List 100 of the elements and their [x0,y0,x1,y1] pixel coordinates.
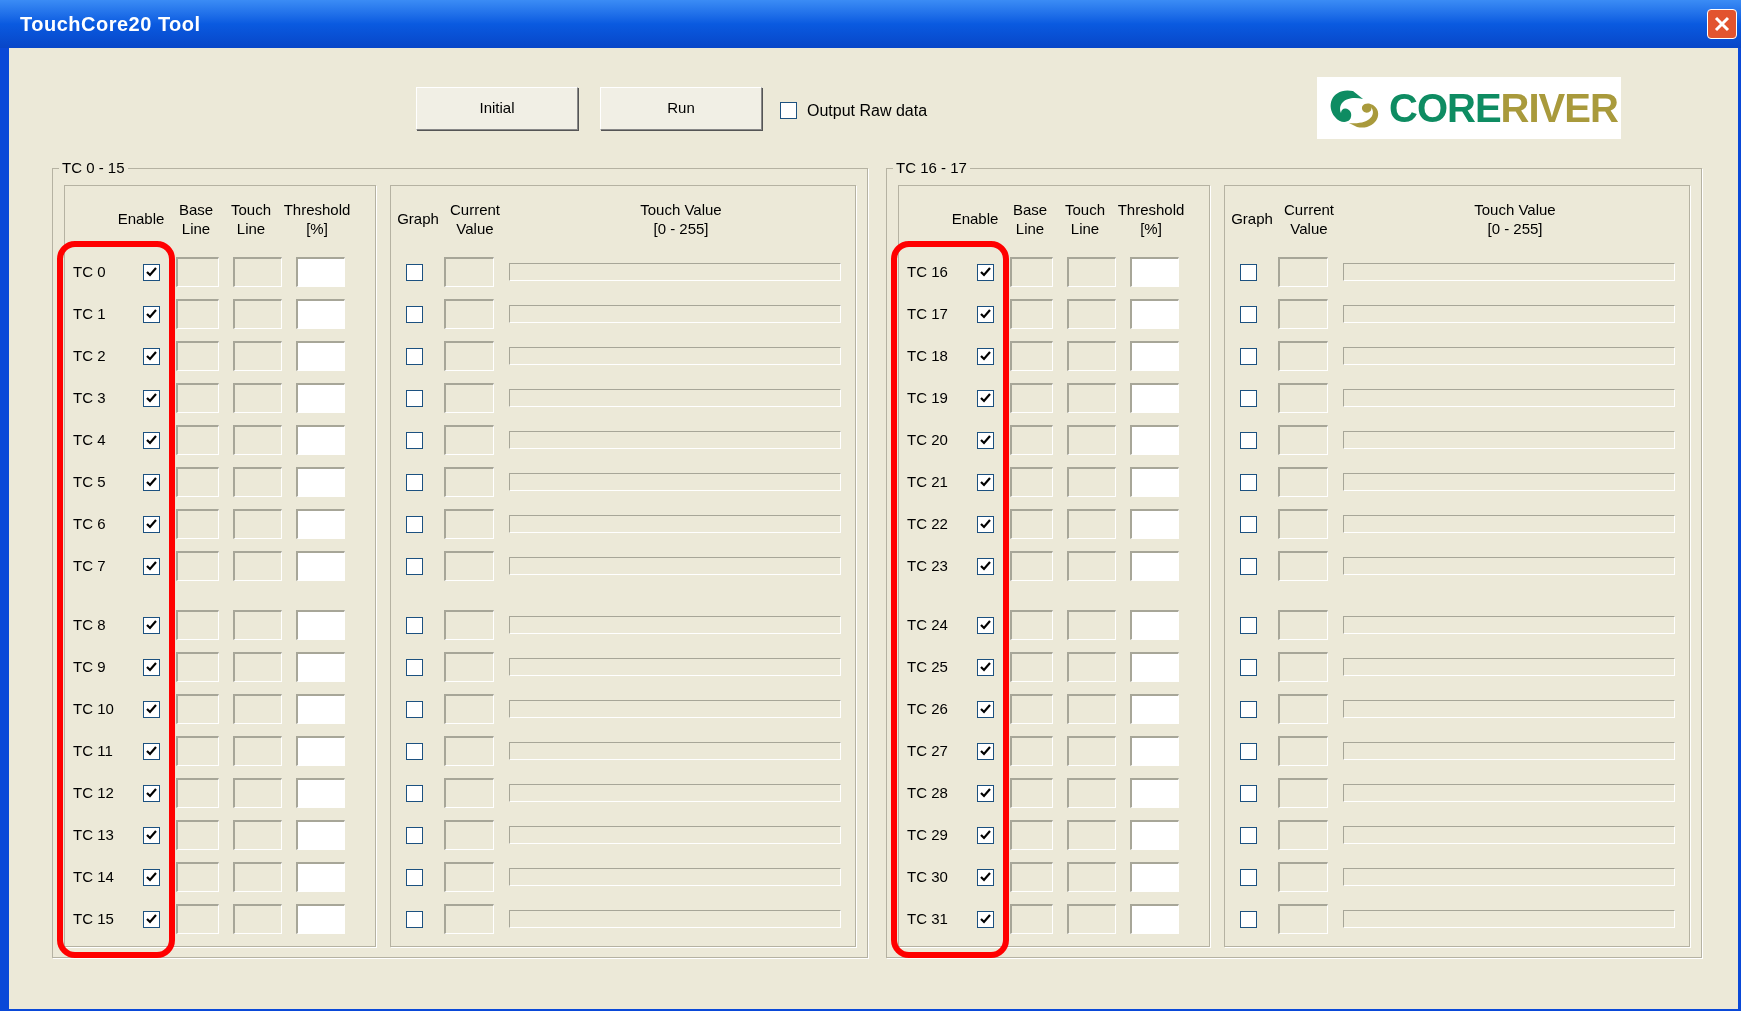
enable-checkbox[interactable] [143,389,160,407]
text-field[interactable] [1010,383,1053,413]
text-field[interactable] [1010,551,1053,581]
graph-checkbox[interactable] [406,263,423,281]
text-field[interactable] [1067,736,1116,766]
enable-checkbox[interactable] [143,784,160,802]
graph-checkbox[interactable] [1240,347,1257,365]
graph-checkbox[interactable] [1240,305,1257,323]
text-field[interactable] [296,467,345,497]
text-field[interactable] [233,383,282,413]
graph-checkbox[interactable] [406,742,423,760]
graph-checkbox[interactable] [406,347,423,365]
text-field[interactable] [176,299,219,329]
graph-checkbox[interactable] [406,389,423,407]
graph-checkbox[interactable] [406,784,423,802]
text-field[interactable] [1130,820,1179,850]
text-field[interactable] [233,467,282,497]
text-field[interactable] [1067,383,1116,413]
text-field[interactable] [1278,904,1328,934]
text-field[interactable] [1067,904,1116,934]
text-field[interactable] [1010,862,1053,892]
text-field[interactable] [444,820,494,850]
text-field[interactable] [1067,257,1116,287]
text-field[interactable] [1278,425,1328,455]
text-field[interactable] [1010,820,1053,850]
text-field[interactable] [1010,425,1053,455]
enable-checkbox[interactable] [143,658,160,676]
graph-checkbox[interactable] [1240,910,1257,928]
text-field[interactable] [1067,467,1116,497]
text-field[interactable] [1130,694,1179,724]
text-field[interactable] [176,341,219,371]
text-field[interactable] [296,509,345,539]
text-field[interactable] [1067,778,1116,808]
text-field[interactable] [233,862,282,892]
text-field[interactable] [1278,820,1328,850]
text-field[interactable] [233,299,282,329]
enable-checkbox[interactable] [977,700,994,718]
text-field[interactable] [1278,299,1328,329]
text-field[interactable] [233,341,282,371]
text-field[interactable] [296,736,345,766]
graph-checkbox[interactable] [406,826,423,844]
graph-checkbox[interactable] [406,616,423,634]
text-field[interactable] [1067,820,1116,850]
text-field[interactable] [1010,736,1053,766]
text-field[interactable] [233,904,282,934]
graph-checkbox[interactable] [406,910,423,928]
enable-checkbox[interactable] [143,910,160,928]
text-field[interactable] [444,904,494,934]
command-button[interactable]: Initial [416,86,578,130]
enable-checkbox[interactable] [977,263,994,281]
graph-checkbox[interactable] [1240,742,1257,760]
text-field[interactable] [444,425,494,455]
text-field[interactable] [176,551,219,581]
text-field[interactable] [1130,257,1179,287]
text-field[interactable] [233,509,282,539]
text-field[interactable] [233,694,282,724]
text-field[interactable] [1278,736,1328,766]
enable-checkbox[interactable] [977,389,994,407]
text-field[interactable] [233,551,282,581]
graph-checkbox[interactable] [1240,616,1257,634]
text-field[interactable] [1130,862,1179,892]
enable-checkbox[interactable] [143,263,160,281]
graph-checkbox[interactable] [406,431,423,449]
text-field[interactable] [1067,652,1116,682]
text-field[interactable] [1010,467,1053,497]
graph-checkbox[interactable] [1240,389,1257,407]
text-field[interactable] [176,694,219,724]
text-field[interactable] [1278,551,1328,581]
text-field[interactable] [296,862,345,892]
text-field[interactable] [444,551,494,581]
graph-checkbox[interactable] [1240,431,1257,449]
enable-checkbox[interactable] [977,658,994,676]
text-field[interactable] [233,778,282,808]
text-field[interactable] [1067,551,1116,581]
text-field[interactable] [444,509,494,539]
text-field[interactable] [1130,509,1179,539]
text-field[interactable] [1130,383,1179,413]
command-button[interactable]: Run [600,86,762,130]
text-field[interactable] [1010,610,1053,640]
enable-checkbox[interactable] [977,557,994,575]
text-field[interactable] [296,257,345,287]
text-field[interactable] [176,862,219,892]
text-field[interactable] [296,694,345,724]
enable-checkbox[interactable] [977,347,994,365]
text-field[interactable] [1278,862,1328,892]
text-field[interactable] [1067,694,1116,724]
text-field[interactable] [444,383,494,413]
text-field[interactable] [176,736,219,766]
graph-checkbox[interactable] [1240,700,1257,718]
text-field[interactable] [1010,257,1053,287]
text-field[interactable] [1278,341,1328,371]
graph-checkbox[interactable] [1240,784,1257,802]
enable-checkbox[interactable] [977,910,994,928]
enable-checkbox[interactable] [143,868,160,886]
text-field[interactable] [1278,610,1328,640]
text-field[interactable] [296,551,345,581]
text-field[interactable] [1067,862,1116,892]
text-field[interactable] [296,383,345,413]
close-button[interactable] [1707,9,1737,39]
text-field[interactable] [233,820,282,850]
